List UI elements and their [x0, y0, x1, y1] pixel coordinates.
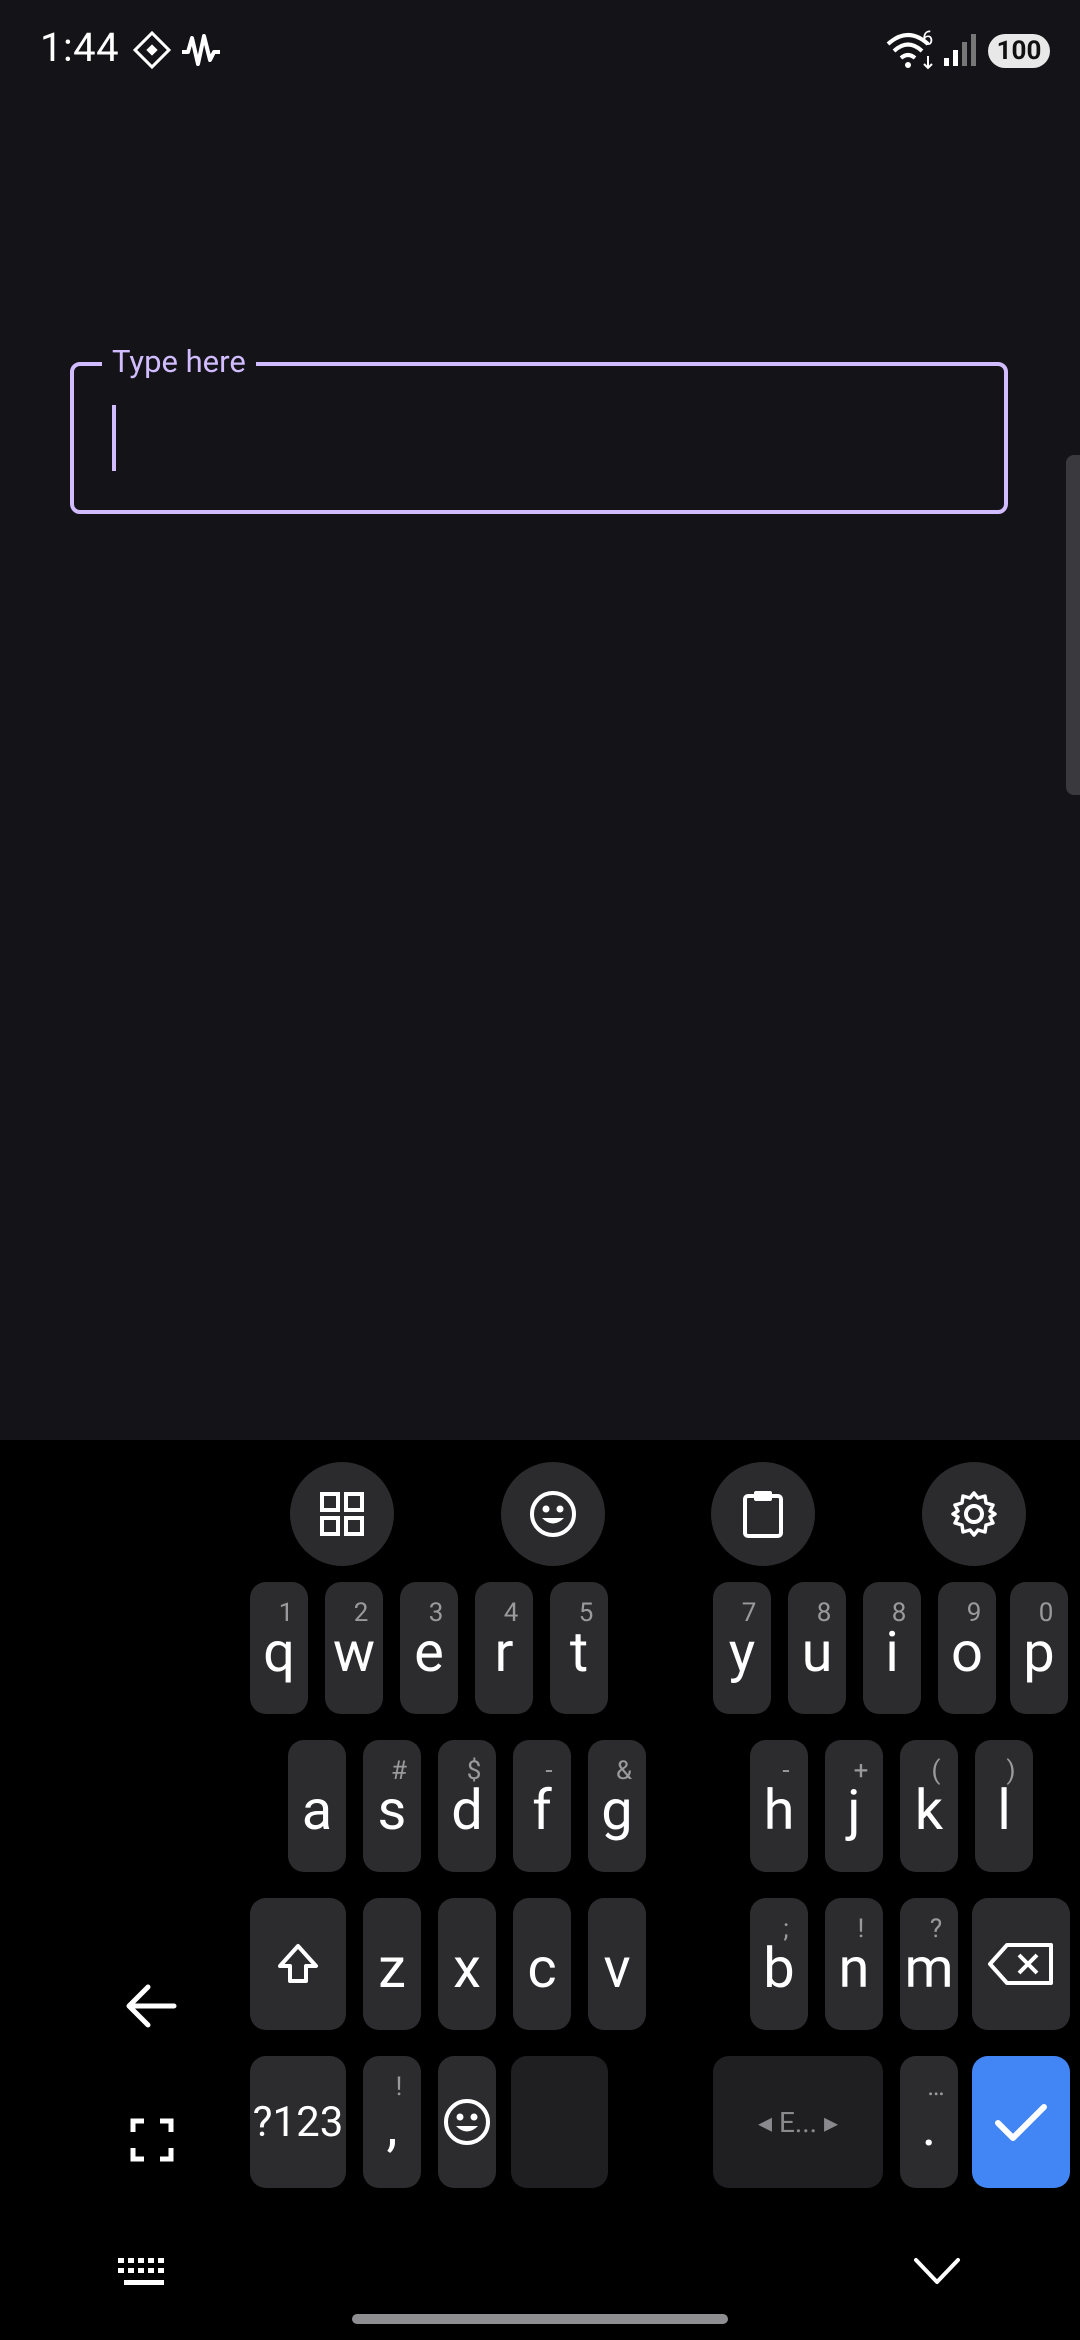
key-m[interactable]: ? m: [900, 1898, 958, 2030]
space-key-left[interactable]: [511, 2056, 608, 2188]
enter-key[interactable]: [972, 2056, 1070, 2188]
assistant-app-icon: [132, 30, 172, 74]
apps-grid-button[interactable]: [290, 1462, 394, 1566]
key-u[interactable]: 8u: [788, 1582, 846, 1714]
key-t[interactable]: 5t: [550, 1582, 608, 1714]
backspace-icon: [988, 1943, 1053, 1985]
settings-button[interactable]: [922, 1462, 1026, 1566]
scrollbar[interactable]: [1066, 455, 1080, 795]
sound-wave-icon: [180, 30, 222, 74]
network-badge: 6: [922, 26, 934, 50]
key-l[interactable]: ) l: [975, 1740, 1033, 1872]
key-f[interactable]: -f: [513, 1740, 571, 1872]
emoji-toolbar-button[interactable]: [501, 1462, 605, 1566]
symbols-key[interactable]: ?123: [250, 2056, 346, 2188]
key-z[interactable]: z: [363, 1898, 421, 2030]
gear-icon: [951, 1491, 997, 1537]
shift-icon: [278, 1944, 318, 1983]
key-v[interactable]: v: [588, 1898, 646, 2030]
check-icon: [995, 2104, 1047, 2141]
keyboard-icon: [118, 2258, 164, 2285]
key-h[interactable]: -h: [750, 1740, 808, 1872]
status-bar: 1:44 6 100: [0, 0, 1080, 100]
space-key[interactable]: ◂ E... ▸: [713, 2056, 883, 2188]
text-input-label: Type here: [102, 342, 256, 382]
grid-icon: [320, 1492, 364, 1536]
signal-icon: [942, 30, 978, 74]
keyboard-switch-button[interactable]: [116, 2256, 172, 2294]
key-d[interactable]: $ d: [438, 1740, 496, 1872]
key-r[interactable]: 4r: [475, 1582, 533, 1714]
key-s[interactable]: # s: [363, 1740, 421, 1872]
key-y[interactable]: 7y: [713, 1582, 771, 1714]
text-cursor: [112, 405, 116, 471]
emoji-icon: [530, 1491, 576, 1537]
clipboard-icon: [743, 1491, 783, 1538]
key-b[interactable]: ; b: [750, 1898, 808, 2030]
key-c[interactable]: c: [513, 1898, 571, 2030]
key-i[interactable]: 8i: [863, 1582, 921, 1714]
chevron-down-icon: [914, 2258, 960, 2284]
key-n[interactable]: ! n: [825, 1898, 883, 2030]
status-time: 1:44: [40, 24, 120, 71]
comma-key[interactable]: !,: [363, 2056, 421, 2188]
key-q[interactable]: 1q: [250, 1582, 308, 1714]
shift-key[interactable]: [250, 1898, 346, 2030]
emoji-key[interactable]: [438, 2056, 496, 2188]
key-j[interactable]: + j: [825, 1740, 883, 1872]
hide-keyboard-button[interactable]: [912, 2254, 962, 2292]
text-input[interactable]: [70, 362, 1008, 514]
key-e[interactable]: 3e: [400, 1582, 458, 1714]
key-o[interactable]: 9o: [938, 1582, 996, 1714]
battery-indicator: 100: [988, 34, 1050, 68]
back-arrow-button[interactable]: [124, 1980, 180, 2036]
key-x[interactable]: x: [438, 1898, 496, 2030]
back-arrow-icon: [126, 1984, 177, 2028]
fullscreen-icon: [130, 2118, 174, 2162]
emoji-icon: [444, 2099, 490, 2145]
period-key[interactable]: ….: [900, 2056, 958, 2188]
keyboard: [0, 1440, 1080, 2340]
key-w[interactable]: 2w: [325, 1582, 383, 1714]
key-g[interactable]: & g: [588, 1740, 646, 1872]
home-indicator[interactable]: [352, 2314, 728, 2324]
key-k[interactable]: (k: [900, 1740, 958, 1872]
backspace-key[interactable]: [972, 1898, 1070, 2030]
clipboard-button[interactable]: [711, 1462, 815, 1566]
key-a[interactable]: a: [288, 1740, 346, 1872]
key-p[interactable]: 0p: [1010, 1582, 1068, 1714]
fullscreen-button[interactable]: [130, 2118, 174, 2166]
